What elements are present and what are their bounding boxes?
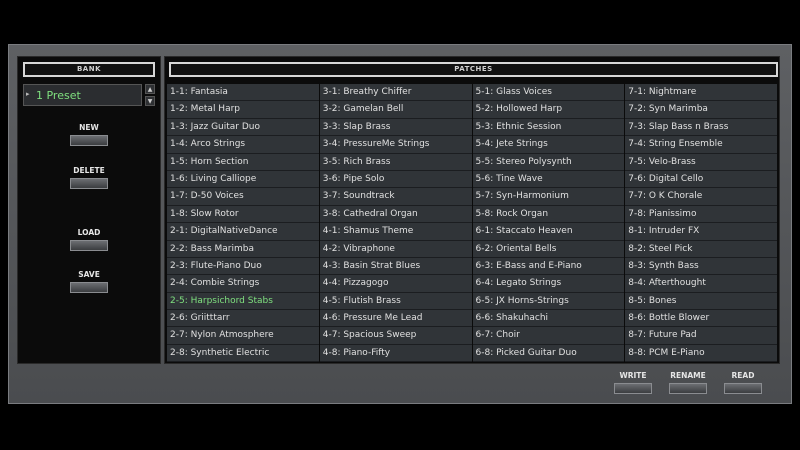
write-button-face[interactable] [614,383,652,394]
patch-item[interactable]: 8-3: Synth Bass [625,257,777,276]
patch-item[interactable]: 6-3: E-Bass and E-Piano [472,257,625,276]
read-button-face[interactable] [724,383,762,394]
patch-item[interactable]: 2-6: Griitttarr [167,310,319,328]
patch-item[interactable]: 2-4: Combie Strings [167,275,319,293]
rename-button-face[interactable] [669,383,707,394]
patch-item[interactable]: 8-7: Future Pad [625,327,777,345]
patch-item[interactable]: 7-1: Nightmare [625,84,777,102]
patch-item[interactable]: 2-2: Bass Marimba [167,240,319,258]
bank-header: BANK [23,62,155,77]
patch-item[interactable]: 4-4: Pizzagogo [319,275,472,293]
patch-item[interactable]: 7-6: Digital Cello [625,170,777,189]
patch-item[interactable]: 2-1: DigitalNativeDance [167,223,319,241]
load-button[interactable]: LOAD [70,228,108,251]
patch-item[interactable]: 1-8: Slow Rotor [167,205,319,224]
patch-item[interactable]: 6-5: JX Horns-Strings [472,292,625,311]
patch-item[interactable]: 8-2: Steel Pick [625,240,777,258]
patch-item[interactable]: 2-3: Flute-Piano Duo [167,257,319,276]
patch-item[interactable]: 3-8: Cathedral Organ [319,205,472,224]
new-button-label: NEW [79,123,99,132]
spin-down-icon[interactable]: ▼ [145,96,155,106]
patch-item[interactable]: 7-2: Syn Marimba [625,101,777,119]
patch-item[interactable]: 6-2: Oriental Bells [472,240,625,258]
load-button-face[interactable] [70,240,108,251]
patch-item[interactable]: 3-7: Soundtrack [319,188,472,206]
patch-item[interactable]: 7-3: Slap Bass n Brass [625,118,777,137]
delete-button[interactable]: DELETE [70,166,108,189]
delete-button-label: DELETE [73,166,105,175]
play-arrow-icon: ▸ [26,90,30,98]
patch-item[interactable]: 5-4: Jete Strings [472,136,625,154]
patch-item[interactable]: 5-3: Ethnic Session [472,118,625,137]
patch-item[interactable]: 7-8: Pianissimo [625,205,777,224]
patch-item[interactable]: 3-1: Breathy Chiffer [319,84,472,102]
patch-item[interactable]: 6-1: Staccato Heaven [472,223,625,241]
patch-item[interactable]: 7-4: String Ensemble [625,136,777,154]
patch-item[interactable]: 4-7: Spacious Sweep [319,327,472,345]
patch-item[interactable]: 3-2: Gamelan Bell [319,101,472,119]
patch-item[interactable]: 1-5: Horn Section [167,153,319,171]
new-button-face[interactable] [70,135,108,146]
patch-item[interactable]: 4-1: Shamus Theme [319,223,472,241]
preset-selector[interactable]: ▸ 1 Preset [23,84,142,106]
patch-item[interactable]: 1-7: D-50 Voices [167,188,319,206]
preset-label: 1 Preset [36,89,81,102]
patch-grid: 1-1: Fantasia 3-1: Breathy Chiffer 5-1: Gl… [167,84,777,363]
patch-item[interactable]: 5-7: Syn-Harmonium [472,188,625,206]
patch-item[interactable]: 4-2: Vibraphone [319,240,472,258]
patch-item[interactable]: 3-3: Slap Brass [319,118,472,137]
patch-item[interactable]: 5-2: Hollowed Harp [472,101,625,119]
patch-item[interactable]: 6-4: Legato Strings [472,275,625,293]
new-button[interactable]: NEW [70,123,108,146]
patch-item[interactable]: 6-7: Choir [472,327,625,345]
patches-header: PATCHES [169,62,778,77]
delete-button-face[interactable] [70,178,108,189]
spin-up-icon[interactable]: ▲ [145,84,155,94]
patch-item[interactable]: 8-4: Afterthought [625,275,777,293]
patch-item[interactable]: 2-7: Nylon Atmosphere [167,327,319,345]
patch-item[interactable]: 6-8: Picked Guitar Duo [472,344,625,363]
save-button-label: SAVE [78,270,100,279]
patch-item[interactable]: 5-8: Rock Organ [472,205,625,224]
patch-item[interactable]: 1-1: Fantasia [167,84,319,102]
patch-item[interactable]: 8-6: Bottle Blower [625,310,777,328]
save-button[interactable]: SAVE [70,270,108,293]
patch-item[interactable]: 7-5: Velo-Brass [625,153,777,171]
rename-button[interactable]: RENAME [669,371,707,394]
read-button-label: READ [731,371,755,380]
patch-item[interactable]: 4-6: Pressure Me Lead [319,310,472,328]
patch-item[interactable]: 1-6: Living Calliope [167,170,319,189]
patch-item[interactable]: 4-5: Flutish Brass [319,292,472,311]
patch-item[interactable]: 5-6: Tine Wave [472,170,625,189]
write-button-label: WRITE [619,371,647,380]
patch-item[interactable]: 3-4: PressureMe Strings [319,136,472,154]
patch-item[interactable]: 1-2: Metal Harp [167,101,319,119]
patch-item[interactable]: 1-4: Arco Strings [167,136,319,154]
patch-item[interactable]: 8-1: Intruder FX [625,223,777,241]
patch-item[interactable]: 7-7: O K Chorale [625,188,777,206]
patch-item[interactable]: 4-8: Piano-Fifty [319,344,472,363]
patch-item[interactable]: 4-3: Basin Strat Blues [319,257,472,276]
patch-item[interactable]: 6-6: Shakuhachi [472,310,625,328]
patch-item[interactable]: 3-5: Rich Brass [319,153,472,171]
patch-item[interactable]: 8-8: PCM E-Piano [625,344,777,363]
patch-item[interactable]: 5-5: Stereo Polysynth [472,153,625,171]
patch-item[interactable]: 2-5: Harpsichord Stabs [167,292,319,311]
load-button-label: LOAD [77,228,101,237]
patch-item[interactable]: 8-5: Bones [625,292,777,311]
patch-item[interactable]: 1-3: Jazz Guitar Duo [167,118,319,137]
rename-button-label: RENAME [670,371,706,380]
read-button[interactable]: READ [724,371,762,394]
patch-item[interactable]: 3-6: Pipe Solo [319,170,472,189]
write-button[interactable]: WRITE [614,371,652,394]
patch-item[interactable]: 2-8: Synthetic Electric [167,344,319,363]
patch-item[interactable]: 5-1: Glass Voices [472,84,625,102]
save-button-face[interactable] [70,282,108,293]
